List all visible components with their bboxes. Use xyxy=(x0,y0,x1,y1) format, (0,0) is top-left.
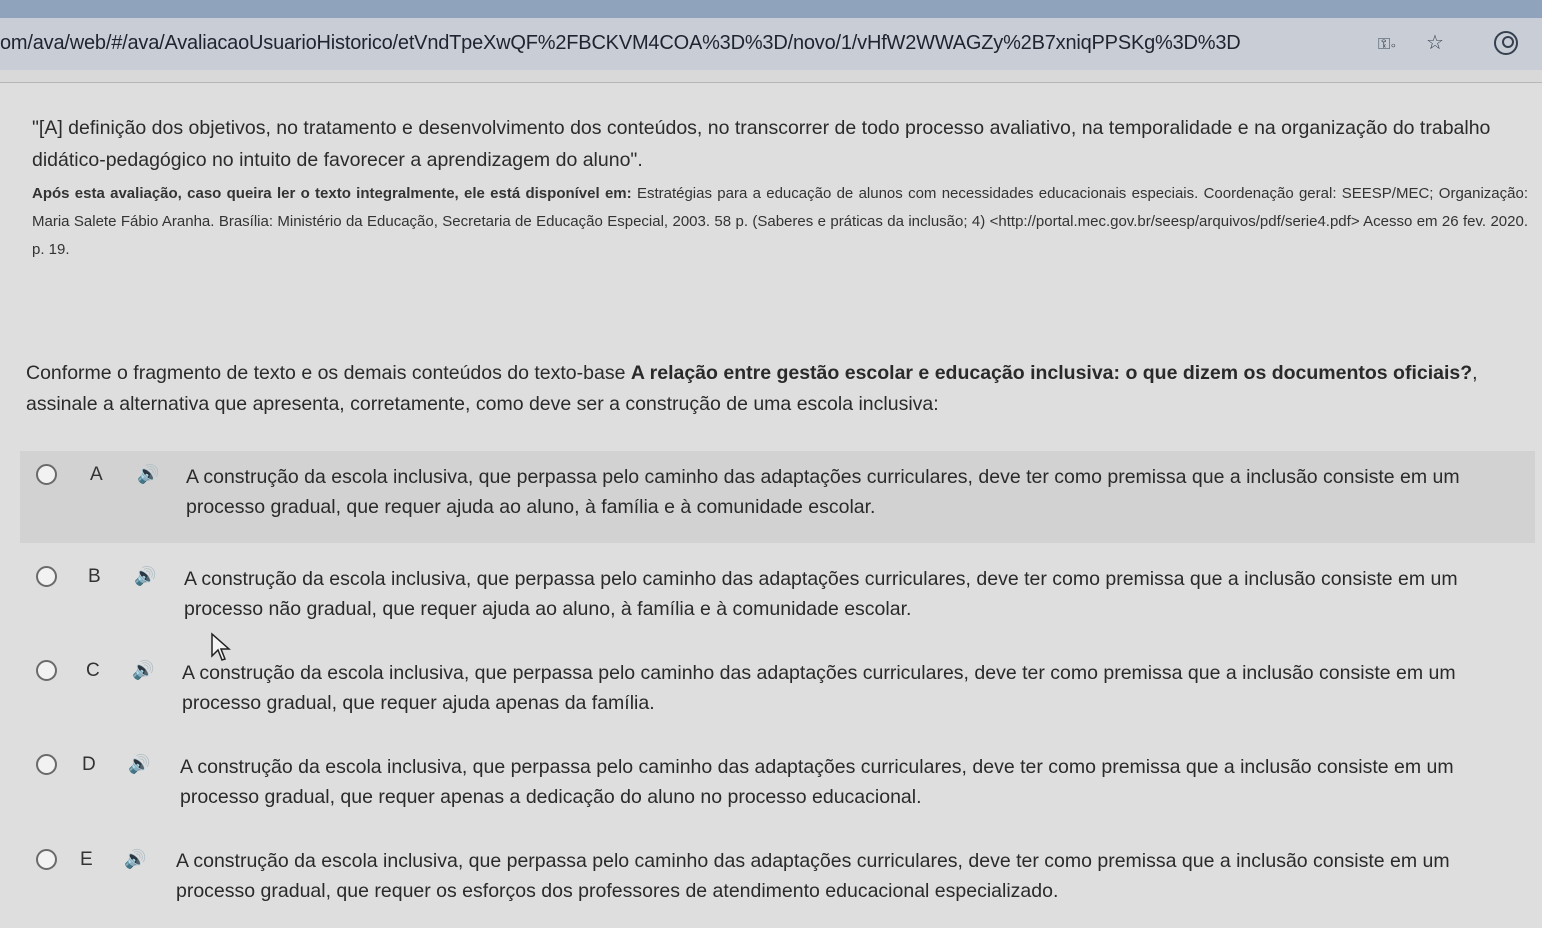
url-text[interactable]: om/ava/web/#/ava/AvaliacaoUsuarioHistori… xyxy=(0,32,1241,55)
radio-option-d[interactable] xyxy=(36,754,57,775)
radio-option-c[interactable] xyxy=(36,660,57,681)
speaker-icon[interactable]: 🔊 xyxy=(134,566,156,587)
quote-text: "[A] definição dos objetivos, no tratame… xyxy=(32,117,1491,171)
option-text: A construção da escola inclusiva, que pe… xyxy=(186,466,1460,518)
option-e[interactable]: E 🔊 A construção da escola inclusiva, qu… xyxy=(20,832,1535,924)
key-icon[interactable]: ⚿∘ xyxy=(1378,34,1397,56)
option-text: A construção da escola inclusiva, que pe… xyxy=(176,850,1450,902)
profile-icon[interactable] xyxy=(1494,31,1518,55)
option-b[interactable]: B 🔊 A construção da escola inclusiva, qu… xyxy=(20,552,1535,644)
option-letter: E xyxy=(80,849,93,870)
radio-option-b[interactable] xyxy=(36,566,57,587)
speaker-icon[interactable]: 🔊 xyxy=(137,464,159,485)
question-text: Conforme o fragmento de texto e os demai… xyxy=(26,358,1526,420)
citation-text: Após esta avaliação, caso queira ler o t… xyxy=(32,180,1528,264)
speaker-icon[interactable]: 🔊 xyxy=(124,849,146,870)
speaker-icon[interactable]: 🔊 xyxy=(132,660,154,681)
option-c[interactable]: C 🔊 A construção da escola inclusiva, qu… xyxy=(20,646,1535,738)
radio-option-e[interactable] xyxy=(36,849,57,870)
question-bold-title: A relação entre gestão escolar e educaçã… xyxy=(630,362,1473,384)
citation-lead: Após esta avaliação, caso queira ler o t… xyxy=(32,185,632,202)
option-text: A construção da escola inclusiva, que pe… xyxy=(184,568,1458,620)
option-text: A construção da escola inclusiva, que pe… xyxy=(180,756,1454,808)
star-icon[interactable]: ☆ xyxy=(1426,32,1444,54)
mouse-cursor-icon xyxy=(211,632,231,661)
question-intro: Conforme o fragmento de texto e os demai… xyxy=(26,362,631,384)
speaker-icon[interactable]: 🔊 xyxy=(128,754,150,775)
option-text: A construção da escola inclusiva, que pe… xyxy=(182,662,1456,714)
option-letter: A xyxy=(90,464,103,485)
option-letter: D xyxy=(82,754,96,775)
option-a[interactable]: A 🔊 A construção da escola inclusiva, qu… xyxy=(20,451,1535,543)
option-letter: C xyxy=(86,660,100,681)
address-bar[interactable]: om/ava/web/#/ava/AvaliacaoUsuarioHistori… xyxy=(0,18,1542,70)
browser-top-strip xyxy=(0,0,1542,18)
option-letter: B xyxy=(88,566,101,587)
radio-option-a[interactable] xyxy=(36,464,57,485)
option-d[interactable]: D 🔊 A construção da escola inclusiva, qu… xyxy=(20,740,1535,832)
